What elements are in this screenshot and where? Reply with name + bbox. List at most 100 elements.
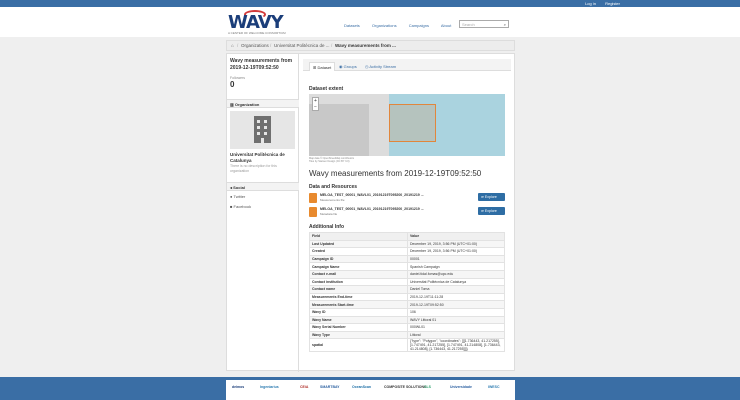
info-field: Created — [309, 247, 408, 256]
partner-logo[interactable]: Universidade — [450, 385, 472, 389]
explore-label: Explore — [484, 209, 497, 213]
breadcrumb-organizations[interactable]: Organizations — [241, 43, 269, 48]
info-value: daniel.tidal.fomas@upc.edu — [407, 269, 505, 279]
info-value: WAVY Littoral 01 — [407, 315, 505, 325]
partner-logo[interactable]: OceanScan — [352, 385, 371, 389]
top-bar: Log in Register — [0, 0, 740, 7]
partner-logo[interactable]: IWESC — [488, 385, 499, 389]
table-row: Wavy Serial Number 000WL01 — [309, 323, 505, 332]
info-value: 2019-12-19T09:52:50 — [407, 300, 505, 309]
table-row: Contact name Daniel Toma — [309, 285, 505, 294]
resource-format: Measurements file — [320, 198, 345, 202]
partner-logo[interactable]: COMPOSITE SOLUTIONS — [384, 385, 426, 389]
search-placeholder: Search — [462, 22, 475, 27]
facebook-link[interactable]: ■ Facebook — [230, 204, 251, 209]
info-field: spatial — [309, 338, 408, 353]
nav-campaigns[interactable]: Campaigns — [409, 23, 429, 28]
search-icon[interactable]: ⌕ — [504, 22, 506, 27]
logo-tagline: A CENTER OF WELCOME CONSORTIUM — [228, 31, 286, 35]
social-heading-label: Social — [233, 185, 245, 190]
info-value: December 19, 2019, 3:56 PM (UTC+01:00) — [407, 247, 505, 256]
partner-logo[interactable]: deimos — [232, 385, 244, 389]
search-input[interactable]: Search ⌕ — [459, 20, 509, 28]
account-links: Log in Register — [577, 1, 620, 6]
map-land — [309, 104, 369, 156]
site-logo[interactable]: WAVY A CENTER OF WELCOME CONSORTIUM — [228, 10, 286, 35]
table-row: Campaign Name Spanish Campaign — [309, 262, 505, 271]
map-zoom-control[interactable]: + − — [312, 97, 319, 111]
info-field: Contact institution — [309, 277, 408, 287]
table-row: Last Updated December 19, 2019, 3:56 PM (… — [309, 239, 505, 249]
info-value: December 19, 2019, 3:56 PM (UTC+01:00) — [407, 239, 505, 249]
organization-image[interactable] — [230, 111, 295, 149]
site-header: WAVY A CENTER OF WELCOME CONSORTIUM Data… — [0, 7, 740, 37]
register-link[interactable]: Register — [605, 1, 620, 6]
info-field: Wavy ID — [309, 307, 408, 317]
column-header: Value — [407, 232, 505, 241]
table-row: Contact e-mail daniel.tidal.fomas@upc.edu — [309, 269, 505, 279]
info-field: Measurements Start-time — [309, 300, 408, 309]
resource-name[interactable]: MELOA_TEST_00001_WAVL01_20191219T095200_… — [320, 193, 424, 197]
resources-heading: Data and Resources — [309, 184, 358, 190]
table-row: spatial {"type": "Polygon", "coordinates"… — [309, 338, 505, 353]
site-footer: deimos Ingeniarius CEiA SMARTBAY OceanSc… — [0, 377, 740, 400]
info-field: Wavy Name — [309, 315, 408, 325]
zoom-out-icon[interactable]: − — [313, 104, 318, 110]
partner-logo[interactable]: Ingeniarius — [260, 385, 279, 389]
info-field: Campaign ID — [309, 254, 408, 264]
table-row: Measurements Start-time 2019-12-19T09:52:… — [309, 300, 505, 309]
table-header-row: Field Value — [309, 232, 505, 241]
info-value: 000WL01 — [407, 323, 505, 332]
breadcrumb-separator: / — [331, 43, 333, 48]
column-header: Field — [309, 232, 408, 241]
breadcrumb-organization[interactable]: Universitat Politècnica de ... — [274, 43, 330, 48]
organization-heading-label: Organization — [234, 102, 260, 107]
dataset-tabs: ⊞ Dataset ◉ Groups ◷ Activity Stream — [303, 59, 511, 71]
table-row: Measurements End-time 2019-12-19T11:11:28 — [309, 292, 505, 302]
explore-label: Explore — [484, 195, 497, 199]
login-link[interactable]: Log in — [585, 1, 596, 6]
sidebar: Wavy measurements from 2019-12-19T09:52:… — [227, 54, 299, 372]
map-attribution-line: Tiles by Stamen Design (CC BY 3.0) — [309, 160, 350, 163]
resource-item[interactable]: MELOA_TEST_00001_WAVL01_20191219T095200_… — [309, 206, 505, 220]
explore-button[interactable]: ➦ Explore — [478, 193, 505, 201]
tab-groups[interactable]: ◉ Groups — [336, 62, 360, 71]
twitter-label: Twitter — [233, 194, 246, 199]
info-value: Universitat Politècnica de Catalunya — [407, 277, 505, 287]
tab-groups-label: Groups — [343, 64, 357, 69]
facebook-label: Facebook — [233, 204, 252, 209]
partner-logo[interactable]: CEiA — [300, 385, 308, 389]
dataset-title: Wavy measurements from 2019-12-19T09:52:… — [309, 169, 482, 178]
table-row: Wavy ID 106 — [309, 307, 505, 317]
explore-button[interactable]: ➦ Explore — [478, 207, 505, 215]
nav-about[interactable]: About — [441, 23, 451, 28]
map-extent-box — [389, 104, 436, 142]
file-icon — [309, 207, 317, 217]
partner-logo[interactable]: CLS — [424, 385, 431, 389]
building-icon — [254, 116, 271, 143]
tab-dataset[interactable]: ⊞ Dataset — [309, 62, 336, 71]
organization-name[interactable]: Universitat Politècnica de Catalunya — [230, 152, 296, 164]
nav-organizations[interactable]: Organizations — [372, 23, 397, 28]
dataset-extent-map[interactable]: + − — [309, 94, 505, 156]
resource-name[interactable]: MELOA_TEST_00001_WAVL01_20191219T095200_… — [320, 207, 424, 211]
main-panel: Wavy measurements from 2019-12-19T09:52:… — [226, 53, 515, 372]
logo-wordmark: WAVY — [228, 12, 284, 33]
resource-format: Metadata file — [320, 212, 338, 216]
breadcrumb-separator: / — [237, 43, 239, 48]
resource-item[interactable]: MELOA_TEST_00001_WAVL01_20191219T095200_… — [309, 192, 505, 206]
additional-info-body: Last Updated December 19, 2019, 3:56 PM (… — [309, 239, 505, 353]
breadcrumb: ⌂ / Organizations / Universitat Politècn… — [226, 40, 515, 51]
dataset-extent-heading: Dataset extent — [309, 86, 344, 92]
info-field: Measurements End-time — [309, 292, 408, 302]
breadcrumb-separator: / — [270, 43, 272, 48]
tab-activity-stream[interactable]: ◷ Activity Stream — [362, 62, 399, 71]
twitter-link[interactable]: ● Twitter — [230, 194, 245, 199]
partner-logo[interactable]: SMARTBAY — [320, 385, 340, 389]
breadcrumb-current[interactable]: Wavy measurements from ... — [335, 43, 396, 48]
home-icon[interactable]: ⌂ — [231, 43, 234, 48]
table-row: Contact institution Universitat Politècni… — [309, 277, 505, 287]
nav-datasets[interactable]: Datasets — [344, 23, 360, 28]
tab-activity-stream-label: Activity Stream — [369, 64, 397, 69]
sidebar-dataset-title: Wavy measurements from 2019-12-19T09:52:… — [230, 58, 293, 71]
